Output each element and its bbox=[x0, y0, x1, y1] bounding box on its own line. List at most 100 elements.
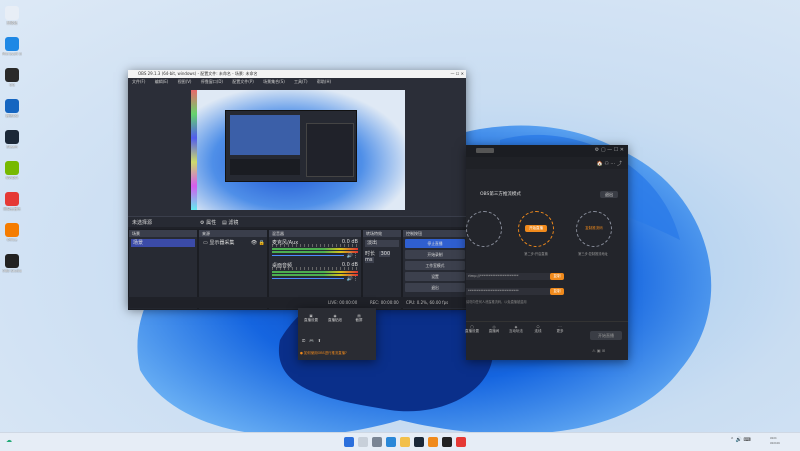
properties-label: 属性 bbox=[206, 220, 217, 226]
desktop-icon-label: NVIDIA bbox=[5, 176, 19, 180]
mic-mute-icon[interactable]: 🔊⋮ bbox=[347, 253, 358, 259]
mixer-header: 混音器 bbox=[269, 230, 361, 237]
side-panel[interactable]: ▣ 直播设置 ◉ 直播贴纸 ▤ 截屏 ⎚ 🎮 ⬆ ● 如何使用OBS进行推流直播? bbox=[298, 308, 376, 360]
menu-docks[interactable]: 停靠窗口(D) bbox=[201, 79, 223, 84]
desktop-icon[interactable]: Steam bbox=[2, 130, 22, 158]
window-controls-icon[interactable]: — ☐ ✕ bbox=[451, 70, 464, 78]
desktop-level-meter bbox=[272, 271, 358, 273]
stream-key-field[interactable]: ***************************** bbox=[466, 288, 558, 295]
stream-url-field[interactable]: rtmp://********************** bbox=[466, 273, 558, 280]
source-item[interactable]: ▭ 显示器采集 👁 🔒 bbox=[201, 239, 265, 247]
eye-lock-icon[interactable]: 👁 🔒 bbox=[251, 239, 265, 247]
start-icon[interactable] bbox=[344, 437, 354, 447]
controls-header: 控制按钮 bbox=[403, 230, 467, 237]
desktop-icon[interactable]: Office bbox=[2, 223, 22, 251]
settings-button[interactable]: 设置 bbox=[405, 272, 465, 281]
live-app-title-pill bbox=[476, 148, 494, 153]
copy-url-button[interactable]: 复制 bbox=[550, 273, 564, 280]
music-taskbar-icon[interactable] bbox=[456, 437, 466, 447]
live-settings-label: 直播设置 bbox=[465, 329, 479, 333]
obs-window[interactable]: OBS 29.1.3 (64-bit, windows) - 配置文件: 未命名… bbox=[128, 70, 468, 310]
obs-taskbar-icon[interactable] bbox=[442, 437, 452, 447]
link-tool[interactable]: ⎔ 连线 bbox=[528, 325, 548, 334]
transitions-header: 转场特效 bbox=[363, 230, 401, 237]
nested-obs-preview bbox=[225, 110, 357, 182]
step-3-desc: 第三步:复制推流地址 bbox=[578, 252, 608, 256]
steam-taskbar-icon[interactable] bbox=[414, 437, 424, 447]
app-icon bbox=[5, 192, 19, 206]
desktop-icon[interactable]: 网易云音乐 bbox=[2, 192, 22, 220]
interact-tool[interactable]: ◈ 互动玩法 bbox=[506, 325, 526, 334]
preview-area[interactable] bbox=[128, 85, 466, 216]
menu-profile[interactable]: 配置文件(P) bbox=[232, 79, 254, 84]
side-sticker[interactable]: ◉ 直播贴纸 bbox=[326, 314, 344, 323]
side-icons-row[interactable]: ⎚ 🎮 ⬆ bbox=[302, 338, 321, 343]
menu-help[interactable]: 帮助(H) bbox=[317, 79, 331, 84]
desktop-icon[interactable]: OBS Studio bbox=[2, 254, 22, 282]
menu-tools[interactable]: 工具(T) bbox=[294, 79, 308, 84]
explorer-icon[interactable] bbox=[400, 437, 410, 447]
live-app-status-icons: ⚠ ▣ ⊞ bbox=[592, 348, 606, 353]
task-view-icon[interactable] bbox=[372, 437, 382, 447]
desktop-icon[interactable]: 回收站 bbox=[2, 6, 22, 34]
side-screenshot-label: 截屏 bbox=[355, 318, 363, 322]
live-room-label: 直播间 bbox=[488, 329, 500, 333]
edge-icon[interactable] bbox=[386, 437, 396, 447]
clock[interactable]: ▭▭ ▭▭▭ bbox=[770, 436, 780, 446]
cpu-status: CPU: 0.2%, 60.00 fps bbox=[406, 300, 449, 305]
live-app-toolbar-top: 🏠 ⚇ ⋯ ⤴ bbox=[466, 157, 628, 169]
desktop-icon-label: OBS Studio bbox=[2, 269, 22, 273]
menu-scene-collection[interactable]: 场景集合(S) bbox=[263, 79, 285, 84]
exit-mode-button[interactable]: 退出 bbox=[600, 191, 618, 198]
obs-title-bar[interactable]: OBS 29.1.3 (64-bit, windows) - 配置文件: 未命名… bbox=[128, 70, 466, 78]
menu-file[interactable]: 文件(F) bbox=[132, 79, 145, 84]
status-bar: LIVE: 00:00:00 REC: 00:00:00 CPU: 0.2%, … bbox=[128, 297, 466, 308]
desktop-icon-label: 腾讯QQ bbox=[5, 114, 19, 118]
start-recording-button[interactable]: 开始录制 bbox=[405, 250, 465, 259]
exit-button[interactable]: 退出 bbox=[405, 283, 465, 292]
app-icon bbox=[5, 254, 19, 268]
filters-label: 滤镜 bbox=[228, 220, 239, 226]
start-live-button[interactable]: 开始直播 bbox=[590, 331, 622, 340]
live-app-window-controls-icon[interactable]: ⚙ ▢ — ☐ ✕ bbox=[595, 147, 624, 153]
app-icon bbox=[5, 161, 19, 175]
start-live-step-button[interactable]: 开始直播 bbox=[525, 225, 547, 232]
copy-key-button[interactable]: 复制 bbox=[550, 288, 564, 295]
filters-button[interactable]: ▤ 滤镜 bbox=[222, 219, 238, 226]
stream-key-hint: 请勿向任何人泄露推流码，以免直播被盗用 bbox=[466, 300, 527, 304]
app-icon bbox=[5, 37, 19, 51]
rec-status: REC: 00:00:00 bbox=[370, 300, 399, 305]
properties-button[interactable]: ⚙ 属性 bbox=[200, 219, 216, 226]
desktop-icon-label: Steam bbox=[6, 145, 18, 149]
scene-item[interactable]: 场景 bbox=[131, 239, 195, 247]
desktop-icon-label: Office bbox=[6, 238, 18, 242]
live-app-taskbar-icon[interactable] bbox=[428, 437, 438, 447]
copy-stream-key-step[interactable]: 复制推流码 bbox=[581, 226, 607, 231]
live-app-top-icons[interactable]: 🏠 ⚇ ⋯ ⤴ bbox=[597, 160, 622, 167]
side-screenshot[interactable]: ▤ 截屏 bbox=[350, 314, 368, 323]
more-tool[interactable]: ⋯ 更多 bbox=[550, 325, 570, 334]
desktop-icon[interactable]: NVIDIA bbox=[2, 161, 22, 189]
desktop-icon[interactable]: 腾讯QQ bbox=[2, 99, 22, 127]
mic-track-db: 0.0 dB bbox=[341, 239, 358, 245]
studio-mode-button[interactable]: 工作室模式 bbox=[405, 261, 465, 270]
search-icon[interactable] bbox=[358, 437, 368, 447]
source-toolbar: 未选择源 ⚙ 属性 ▤ 滤镜 bbox=[128, 216, 466, 227]
desktop-track-db: 0.0 dB bbox=[341, 262, 358, 268]
desktop-icon-label: 回收站 bbox=[6, 21, 18, 25]
side-warning[interactable]: ● 如何使用OBS进行推流直播? bbox=[300, 350, 347, 355]
menu-view[interactable]: 视图(V) bbox=[178, 79, 192, 84]
live-app-window[interactable]: ⚙ ▢ — ☐ ✕ 🏠 ⚇ ⋯ ⤴ OBS第三方推流模式 退出 开始直播 复制推… bbox=[465, 145, 628, 360]
live-settings-tool[interactable]: ▢ 直播设置 bbox=[462, 325, 482, 334]
desktop-icon[interactable]: QQ bbox=[2, 68, 22, 96]
interact-label: 互动玩法 bbox=[509, 329, 523, 333]
live-room-tool[interactable]: ◎ 直播间 bbox=[484, 325, 504, 334]
side-live-settings[interactable]: ▣ 直播设置 bbox=[302, 314, 320, 323]
stop-streaming-button[interactable]: 停止直播 bbox=[405, 239, 465, 248]
system-tray-icon[interactable]: ⌃ 🔊 ⌨ bbox=[730, 437, 751, 443]
transition-select[interactable]: 淡出 bbox=[365, 240, 399, 247]
weather-icon[interactable]: ☁ bbox=[6, 437, 12, 444]
desktop-mute-icon[interactable]: 🔊⋮ bbox=[347, 276, 358, 282]
menu-edit[interactable]: 编辑(E) bbox=[155, 79, 169, 84]
desktop-icon[interactable]: Microsoft Edge bbox=[2, 37, 22, 65]
